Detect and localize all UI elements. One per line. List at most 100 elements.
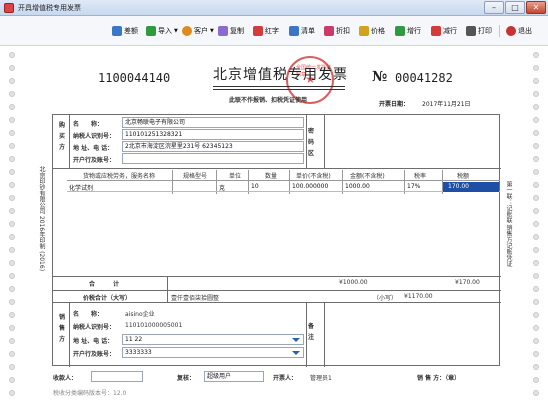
item-tax[interactable]: 170.00 [448,183,469,190]
sum-upper: 壹仟壹佰柒拾圆整 [171,295,220,302]
divider [53,290,501,291]
punch-hole [9,104,15,110]
exit-button[interactable]: 退出 [506,24,532,38]
punch-hole [533,143,539,149]
item-name[interactable]: 化学试剂 [69,183,93,192]
price-button[interactable]: 价格 [359,24,385,38]
col-header-rate: 税率 [414,173,427,180]
punch-hole [9,195,15,201]
buyer-address-field[interactable]: 2北京市海淀区浣星里231号 62345123 [122,141,304,152]
buyer-bank-field[interactable] [122,153,304,164]
punch-hole [533,377,539,383]
app-icon [4,3,14,13]
divider [53,168,501,169]
tax-code-version: 税收分类编码版本号：12.0 [53,390,127,397]
punch-hole [9,156,15,162]
punch-hole [9,52,15,58]
difference-button[interactable]: 差额 [112,24,138,38]
remove-row-label: 减行 [443,27,457,35]
buyer-tax-id-label: 纳税人识别号： [73,133,116,140]
punch-hole [9,338,15,344]
discount-icon [324,26,334,36]
punch-hole [9,169,15,175]
total-label: 合 计 [89,281,120,288]
col-header-spec: 规格型号 [183,173,208,180]
col-header-name: 货物或应税劳务，服务名称 [83,173,156,180]
discount-button[interactable]: 折扣 [324,24,350,38]
punch-hole [533,273,539,279]
item-amount[interactable]: 1000.00 [345,183,370,190]
chevron-down-icon: ▼ [174,28,178,34]
invoice-code: 1100044140 [98,71,171,85]
maximize-button[interactable]: □ [505,1,525,14]
punch-hole [533,286,539,292]
item-qty[interactable]: 10 [251,183,259,190]
table-row[interactable] [67,182,500,192]
print-button[interactable]: 打印 [466,24,492,38]
invoice-number: 00041282 [395,71,453,85]
col-header-price: 单价(不含税) [296,173,331,180]
exit-label: 退出 [518,27,532,35]
minimize-button[interactable]: – [484,1,504,14]
punch-hole [533,156,539,162]
punch-hole [533,208,539,214]
seller-name-label: 名 称： [73,311,104,318]
print-label: 打印 [478,27,492,35]
list-icon [289,26,299,36]
punch-hole [9,143,15,149]
chevron-down-icon: ▼ [210,28,214,34]
punch-hole [533,234,539,240]
punch-hole [533,312,539,318]
add-row-button[interactable]: 增行 [395,24,421,38]
copy-button[interactable]: 复制 [218,24,244,38]
date-label: 开票日期： [379,101,410,108]
import-button[interactable]: 导入 ▼ [146,24,178,38]
divider [53,276,501,277]
punch-hole [9,78,15,84]
list-button[interactable]: 清单 [289,24,315,38]
window-title: 开具增值税专用发票 [18,4,81,12]
password-area-label: 密码区 [307,128,314,157]
seller-bank-label: 开户行及账号： [73,351,116,358]
divider [167,276,168,302]
col-header-qty: 数量 [265,173,278,180]
divider [53,302,501,303]
reviewer-field[interactable]: 超级用户 [204,371,264,382]
buyer-tax-id-field[interactable]: 110101251328321 [122,129,304,140]
punch-hole [533,52,539,58]
remarks-area[interactable] [325,304,499,364]
punch-hole [9,273,15,279]
payee-field[interactable] [91,371,143,382]
price-icon [359,26,369,36]
invoice-date: 2017年11月21日 [422,101,471,108]
item-price[interactable]: 100.000000 [292,183,328,190]
printer-side-text: 北京印钞有限公司 2016年印制 (2016) [38,166,45,272]
red-ink-button[interactable]: 红字 [253,24,279,38]
punch-hole [9,312,15,318]
seller-address-dropdown[interactable]: 11 22 [122,334,304,345]
remove-row-button[interactable]: 减行 [431,24,457,38]
title-underline [213,86,345,87]
toolbar-divider [499,25,500,37]
buyer-name-field[interactable]: 北京畅联电子有限公司 [122,117,304,128]
item-unit[interactable]: 克 [219,183,225,192]
drawer-label: 开票人： [273,375,298,382]
difference-icon [112,26,122,36]
seller-stamp-label: 销 售 方：（章） [417,375,461,382]
punch-hole [9,351,15,357]
item-rate[interactable]: 17% [407,183,420,190]
sum-lower: ¥1170.00 [404,293,433,300]
customer-button[interactable]: 客户 ▼ [182,24,214,38]
seller-name: aisino企业 [125,311,155,318]
tax-total: ¥170.00 [455,279,480,286]
punch-holes-left [7,46,17,402]
punch-hole [533,91,539,97]
punch-hole [533,338,539,344]
punch-hole [9,247,15,253]
close-window-button[interactable]: ✕ [526,1,546,14]
seller-bank-dropdown[interactable]: 3333333 [122,347,304,358]
title-underline-2 [213,89,345,90]
punch-hole [9,208,15,214]
copy-side-text: 第一联：记账联 销售方记账凭证 [505,181,512,267]
punch-hole [533,130,539,136]
